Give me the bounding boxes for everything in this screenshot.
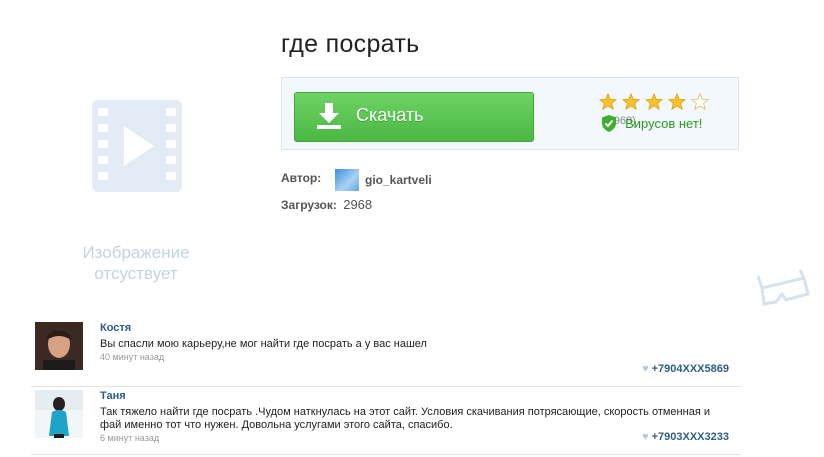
page-title: где посрать <box>281 30 420 58</box>
star-filled-icon <box>622 93 641 110</box>
star-filled-icon <box>668 93 687 110</box>
download-button-label: Скачать <box>356 105 424 125</box>
author-avatar[interactable] <box>335 169 359 191</box>
comment-text: Так тяжело найти где посрать .Чудом натк… <box>100 406 710 431</box>
author-row: Автор: gio_kartveli <box>281 169 432 191</box>
download-button[interactable]: Скачать <box>294 92 534 142</box>
comment-phone-text: +7903XXX3233 <box>651 431 729 443</box>
download-arrow-icon <box>317 103 341 129</box>
shield-check-icon <box>602 115 616 132</box>
virus-status: Вирусов нет! <box>601 113 702 132</box>
star-rating[interactable]: (2968) <box>599 91 738 127</box>
image-placeholder: Изображение отсуствует <box>78 96 194 286</box>
star-filled-icon <box>645 93 664 110</box>
star-filled-icon <box>599 93 617 110</box>
star-empty-icon <box>691 93 710 110</box>
film-play-icon <box>92 100 182 192</box>
comment-text: Вы спасли мою карьеру,не мог найти где п… <box>100 338 427 350</box>
comment-author[interactable]: Таня <box>100 390 126 402</box>
comment-author[interactable]: Костя <box>100 322 131 334</box>
heart-icon[interactable]: ♥ <box>642 363 649 375</box>
downloads-label: Загрузок: <box>281 198 337 212</box>
comment-phone: ♥ +7903XXX3233 <box>642 431 729 443</box>
placeholder-caption: Изображение отсуствует <box>78 242 194 284</box>
comment-item: Костя Вы спасли мою карьеру,не мог найти… <box>31 318 741 387</box>
downloads-row: Загрузок: 2968 <box>281 197 372 212</box>
avatar[interactable] <box>35 322 83 370</box>
author-name-link[interactable]: gio_kartveli <box>365 173 432 187</box>
comment-phone: ♥ +7904XXX5869 <box>642 363 729 375</box>
placeholder-caption-line1: Изображение <box>82 243 190 262</box>
avatar[interactable] <box>35 390 83 438</box>
author-label: Автор: <box>281 171 322 185</box>
comment-time: 40 минут назад <box>100 352 165 362</box>
comment-time: 6 минут назад <box>100 433 160 443</box>
comment-phone-text: +7904XXX5869 <box>651 363 729 375</box>
comment-item: Таня Так тяжело найти где посрать .Чудом… <box>31 386 741 455</box>
virus-status-label: Вирусов нет! <box>625 116 703 131</box>
3d-glasses-icon <box>756 269 810 306</box>
heart-icon[interactable]: ♥ <box>642 431 649 443</box>
download-panel: Скачать (2968) Вирусов нет! <box>281 77 739 150</box>
downloads-count: 2968 <box>343 197 373 212</box>
placeholder-caption-line2: отсуствует <box>94 264 178 283</box>
